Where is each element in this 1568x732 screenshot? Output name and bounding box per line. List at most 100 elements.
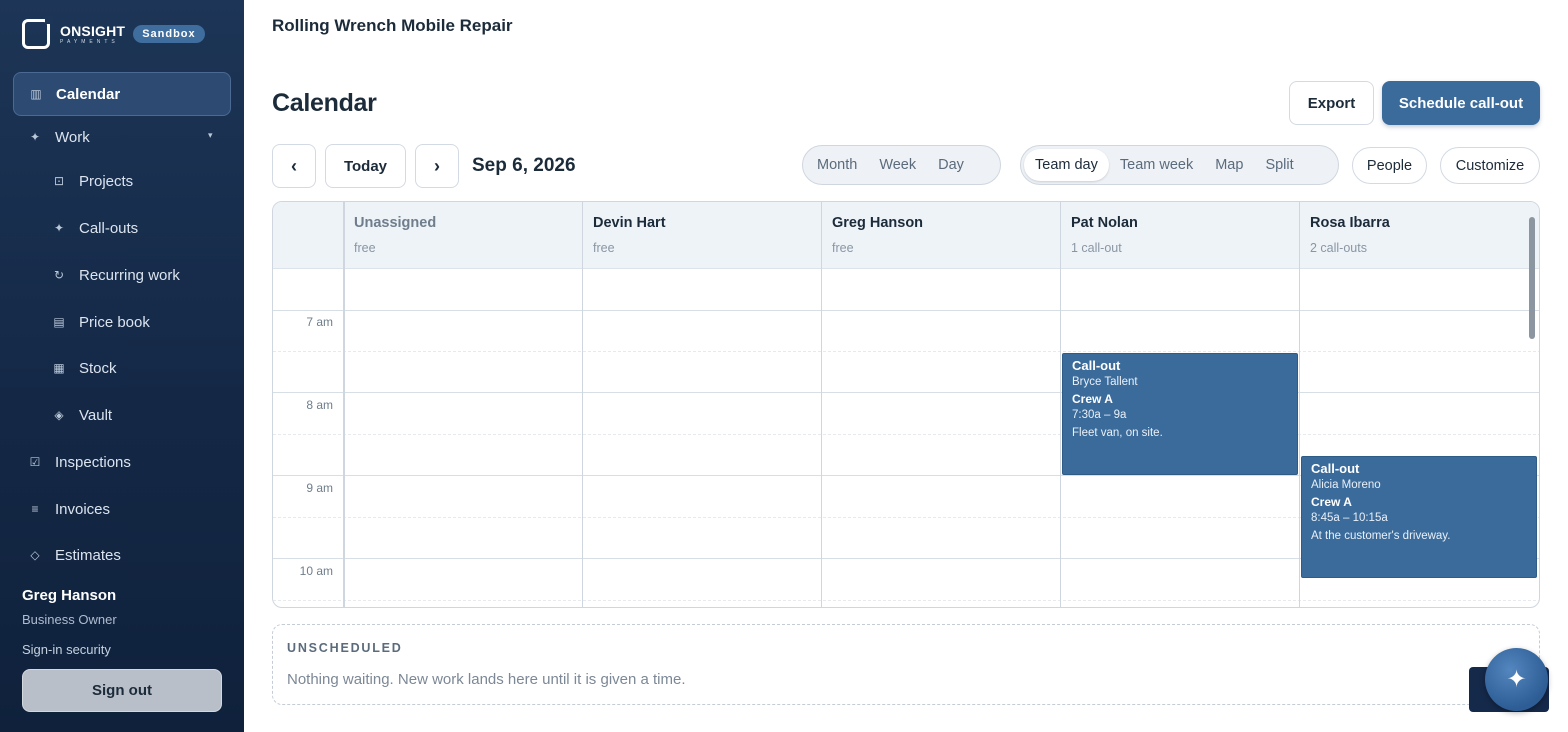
column-header-devin-hart[interactable]: Devin Hart free	[583, 202, 821, 269]
event-crew: Crew A	[1072, 391, 1113, 406]
event-crew: Crew A	[1311, 494, 1352, 509]
people-button[interactable]: People	[1352, 147, 1427, 184]
today-button[interactable]: Today	[325, 144, 406, 188]
sidebar-item-label: Price book	[79, 313, 150, 331]
call-out-event[interactable]: Call-out Alicia Moreno Crew A 8:45a – 10…	[1301, 456, 1537, 578]
view-week[interactable]: Week	[868, 149, 927, 181]
view-map[interactable]: Map	[1204, 149, 1254, 181]
sidebar-item-estimates[interactable]: ◇ Estimates	[23, 543, 121, 567]
column-header-pat-nolan[interactable]: Pat Nolan 1 call-out	[1061, 202, 1299, 269]
event-title: Call-out	[1072, 358, 1121, 373]
half-hour-line	[273, 600, 1539, 601]
column-name: Greg Hanson	[832, 215, 924, 231]
view-split[interactable]: Split	[1254, 149, 1304, 181]
time-label: 9 am	[306, 481, 333, 495]
view-switcher: Month Week Day	[802, 145, 1001, 185]
org-title: Rolling Wrench Mobile Repair	[272, 16, 513, 35]
hour-line	[273, 310, 1539, 311]
hour-line	[273, 392, 1539, 393]
sidebar-item-calendar[interactable]: ▥ Calendar	[13, 72, 231, 116]
next-day-button[interactable]: ›	[415, 144, 459, 188]
view-team-day[interactable]: Team day	[1024, 149, 1109, 181]
unscheduled-title: UNSCHEDULED	[287, 641, 403, 655]
sidebar-item-label: Calendar	[56, 85, 121, 103]
event-time: 8:45a – 10:15a	[1311, 512, 1388, 524]
sidebar-item-price-book[interactable]: ▤ Price book	[47, 310, 150, 334]
sidebar-item-label: Invoices	[55, 500, 111, 518]
calendar-scrollbar[interactable]	[1529, 217, 1535, 339]
sparkle-icon: ✦	[1506, 666, 1527, 693]
schedule-call-out-button[interactable]: Schedule call-out	[1382, 81, 1540, 125]
sidebar-item-label: Call-outs	[79, 219, 139, 237]
sidebar-item-label: Projects	[79, 172, 134, 190]
sidebar: ONSIGHT PAYMENTS Sandbox ▥ Calendar ✦ Wo…	[0, 0, 244, 732]
sign-out-button[interactable]: Sign out	[22, 669, 222, 712]
prev-day-button[interactable]: ‹	[272, 144, 316, 188]
diamond-icon: ◈	[54, 408, 64, 422]
event-customer: Alicia Moreno	[1311, 479, 1381, 491]
sidebar-item-projects[interactable]: ⊡ Projects	[47, 169, 133, 193]
column-name: Unassigned	[354, 215, 437, 231]
time-label: 8 am	[306, 398, 333, 412]
time-label: 10 am	[299, 564, 333, 578]
diamond-outline-icon: ◇	[30, 548, 40, 562]
sidebar-item-call-outs[interactable]: ✦ Call-outs	[47, 216, 138, 240]
event-title: Call-out	[1311, 461, 1360, 476]
sidebar-item-stock[interactable]: ▦ Stock	[47, 356, 117, 380]
column-status: free	[832, 241, 854, 255]
column-header-greg-hanson[interactable]: Greg Hanson free	[822, 202, 1060, 269]
view-day[interactable]: Day	[927, 149, 975, 181]
sandbox-badge: Sandbox	[133, 25, 205, 43]
column-status: 1 call-out	[1071, 241, 1122, 255]
sidebar-item-label: Recurring work	[79, 266, 180, 284]
column-name: Devin Hart	[593, 215, 666, 231]
event-time: 7:30a – 9a	[1072, 409, 1127, 421]
brand-sub: PAYMENTS	[60, 38, 119, 45]
brand-logo[interactable]: ONSIGHT PAYMENTS Sandbox	[22, 16, 205, 50]
sidebar-item-vault[interactable]: ◈ Vault	[47, 403, 112, 427]
grid-icon: ▦	[53, 361, 65, 375]
column-header-unassigned[interactable]: Unassigned free	[344, 202, 582, 269]
current-date: Sep 6, 2026	[472, 155, 576, 176]
column-name: Pat Nolan	[1071, 215, 1138, 231]
export-button[interactable]: Export	[1289, 81, 1374, 125]
user-name: Greg Hanson	[22, 587, 117, 604]
projects-icon: ⊡	[53, 174, 65, 188]
chevron-down-icon[interactable]: ▾	[208, 130, 213, 141]
sidebar-item-inspections[interactable]: ☑ Inspections	[23, 450, 131, 474]
event-customer: Bryce Tallent	[1072, 376, 1138, 388]
assistant-fab-button[interactable]: ✦	[1485, 648, 1548, 711]
unscheduled-panel[interactable]: UNSCHEDULED Nothing waiting. New work la…	[272, 624, 1540, 705]
list-icon: ≡	[31, 502, 39, 516]
half-hour-line	[273, 434, 1539, 435]
team-day-calendar: Unassigned free Devin Hart free Greg Han…	[272, 201, 1540, 608]
sign-in-security-link[interactable]: Sign-in security	[22, 642, 111, 657]
refresh-icon: ↻	[53, 268, 65, 282]
column-status: 2 call-outs	[1310, 241, 1367, 255]
sidebar-item-label: Vault	[79, 406, 113, 424]
unscheduled-empty-text: Nothing waiting. New work lands here unt…	[287, 671, 686, 688]
call-out-event[interactable]: Call-out Bryce Tallent Crew A 7:30a – 9a…	[1062, 353, 1298, 475]
calendar-icon: ▥	[30, 87, 42, 101]
sparkle-icon: ✦	[53, 221, 65, 235]
sidebar-item-label: Stock	[79, 359, 117, 377]
sidebar-item-work[interactable]: ✦ Work	[23, 125, 90, 149]
view-team-week[interactable]: Team week	[1109, 149, 1204, 181]
column-name: Rosa Ibarra	[1310, 215, 1390, 231]
column-header-rosa-ibarra[interactable]: Rosa Ibarra 2 call-outs	[1300, 202, 1528, 269]
half-hour-line	[273, 351, 1539, 352]
brand-name: ONSIGHT	[60, 22, 126, 39]
sidebar-item-recurring-work[interactable]: ↻ Recurring work	[47, 263, 180, 287]
sidebar-item-label: Inspections	[55, 453, 131, 471]
sidebar-item-label: Estimates	[55, 546, 121, 564]
customize-button[interactable]: Customize	[1440, 147, 1540, 184]
user-role: Business Owner	[22, 612, 117, 627]
time-label: 7 am	[306, 315, 333, 329]
checkbox-icon: ☑	[29, 455, 41, 469]
sidebar-item-label: Work	[55, 128, 90, 146]
page-title: Calendar	[272, 89, 377, 117]
sidebar-item-invoices[interactable]: ≡ Invoices	[23, 497, 110, 521]
event-note: Fleet van, on site.	[1072, 426, 1163, 439]
view-month[interactable]: Month	[806, 149, 868, 181]
logo-icon	[22, 16, 53, 49]
